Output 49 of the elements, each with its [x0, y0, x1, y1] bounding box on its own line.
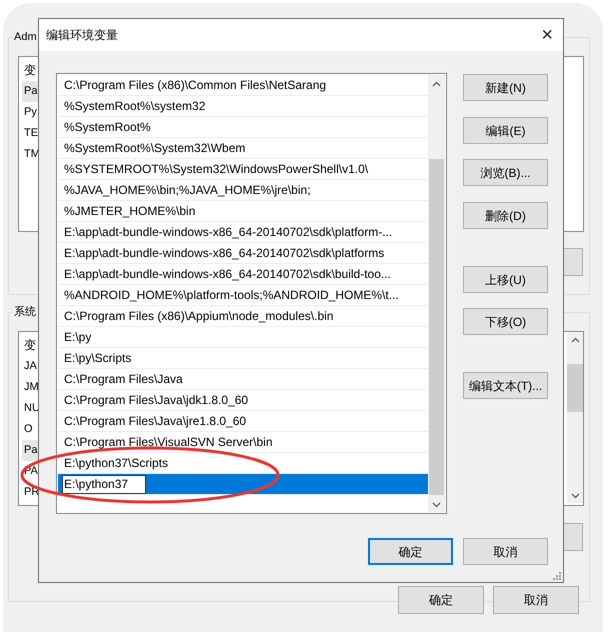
- list-row[interactable]: C:\Program Files (x86)\Common Files\NetSarang: [58, 75, 428, 96]
- list-row[interactable]: C:\Program Files (x86)\Appium\node_modules\.bin: [58, 306, 428, 327]
- list-row[interactable]: C:\Program Files\Java\jre1.8.0_60: [58, 411, 428, 432]
- side-button[interactable]: 浏览(B)...: [463, 159, 548, 186]
- list-row[interactable]: %JAVA_HOME%\bin;%JAVA_HOME%\jre\bin;: [58, 180, 428, 201]
- cancel-button[interactable]: 取消: [463, 538, 548, 565]
- scrollbar[interactable]: [428, 75, 445, 512]
- list-row[interactable]: O: [22, 419, 35, 440]
- list-row[interactable]: %SystemRoot%\System32\Wbem: [58, 138, 428, 159]
- close-button[interactable]: ×: [541, 25, 553, 45]
- list-row[interactable]: E:\app\adt-bundle-windows-x86_64-20140702\sdk\platform-...: [58, 222, 428, 243]
- scrollbar[interactable]: [567, 333, 583, 503]
- side-button[interactable]: 新建(N): [463, 74, 548, 101]
- list-row[interactable]: C:\Program Files\Java\jdk1.8.0_60: [58, 390, 428, 411]
- scroll-thumb[interactable]: [429, 159, 444, 495]
- list-row[interactable]: E:\py: [58, 327, 428, 348]
- side-button[interactable]: 上移(U): [463, 266, 548, 293]
- list-row[interactable]: TE: [22, 123, 40, 144]
- list-row[interactable]: %SystemRoot%: [58, 117, 428, 138]
- list-row[interactable]: Pa: [22, 81, 40, 102]
- list-row[interactable]: %JMETER_HOME%\bin: [58, 201, 428, 222]
- list-row[interactable]: E:\python37: [58, 474, 428, 495]
- list-row[interactable]: Pa: [22, 440, 40, 461]
- list-row[interactable]: %SystemRoot%\system32: [58, 96, 428, 117]
- list-row[interactable]: JA: [22, 356, 39, 377]
- scroll-down-icon[interactable]: [570, 493, 580, 499]
- side-button[interactable]: 删除(D): [463, 202, 548, 229]
- scroll-up-icon[interactable]: [570, 337, 580, 343]
- side-button[interactable]: 下移(O): [463, 308, 548, 335]
- list-row[interactable]: Py: [22, 102, 39, 123]
- side-button[interactable]: 编辑文本(T)...: [463, 372, 548, 399]
- resize-grip-icon[interactable]: [553, 572, 561, 580]
- column-header: 变: [24, 337, 36, 354]
- column-header: 变: [24, 62, 36, 79]
- list-row[interactable]: %ANDROID_HOME%\platform-tools;%ANDROID_HOME%\t...: [58, 285, 428, 306]
- ok-button[interactable]: 确定: [368, 538, 453, 565]
- list-row[interactable]: E:\app\adt-bundle-windows-x86_64-20140702\sdk\build-too...: [58, 264, 428, 285]
- window-title: 编辑环境变量: [46, 27, 118, 44]
- list-row[interactable]: C:\Program Files\Java: [58, 369, 428, 390]
- list-row[interactable]: %SYSTEMROOT%\System32\WindowsPowerShell\v1.0\: [58, 159, 428, 180]
- list-row[interactable]: E:\app\adt-bundle-windows-x86_64-20140702\sdk\platforms: [58, 243, 428, 264]
- list-row[interactable]: C:\Program Files\VisualSVN Server\bin: [58, 432, 428, 453]
- edit-field[interactable]: E:\python37: [62, 474, 146, 494]
- scroll-thumb[interactable]: [567, 364, 583, 412]
- side-button[interactable]: 编辑(E): [463, 117, 548, 144]
- ok-button[interactable]: 确定: [398, 586, 484, 614]
- list-row[interactable]: JM: [22, 377, 41, 398]
- cancel-button[interactable]: 取消: [493, 586, 579, 614]
- list-row[interactable]: E:\py\Scripts: [58, 348, 428, 369]
